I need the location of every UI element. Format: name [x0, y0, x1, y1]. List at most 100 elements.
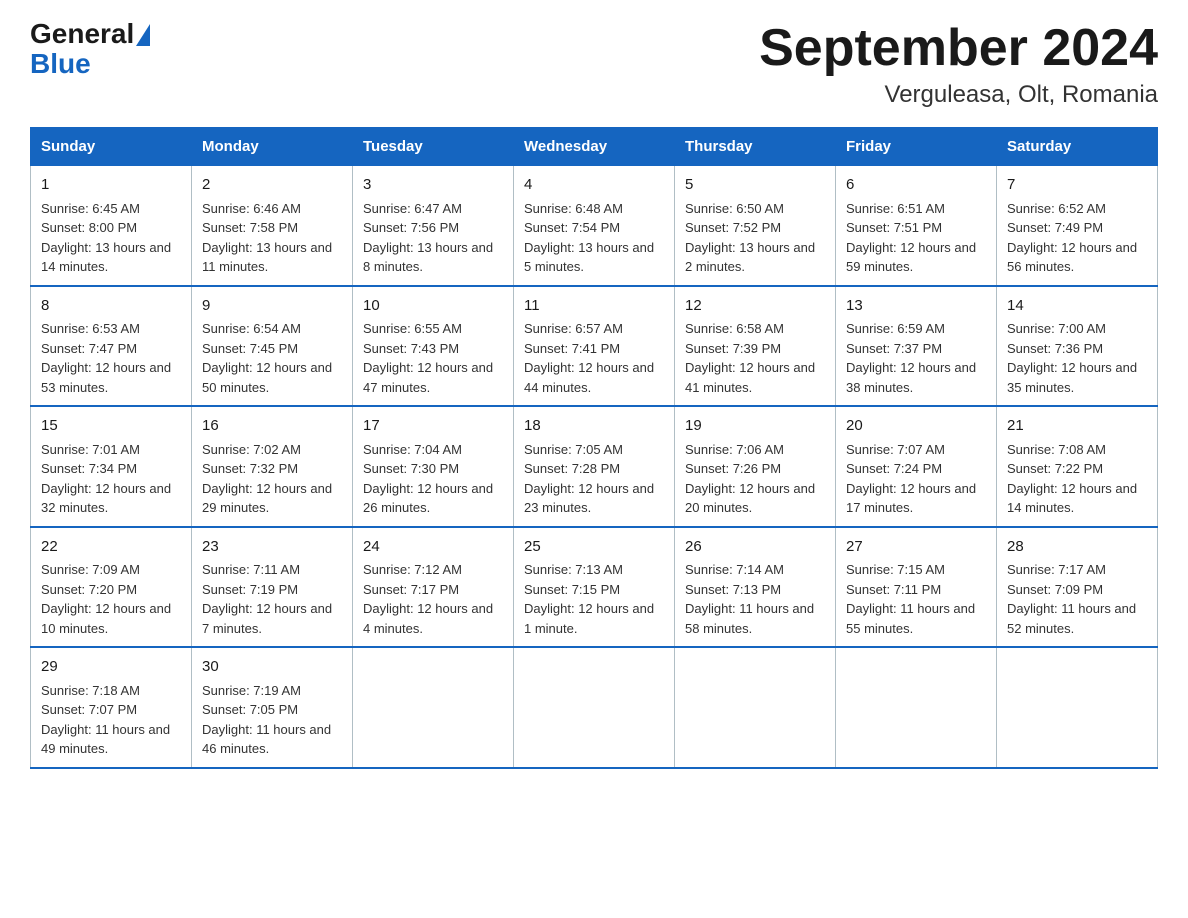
calendar-cell: 18 Sunrise: 7:05 AMSunset: 7:28 PMDaylig… — [514, 406, 675, 527]
page-header: General Blue September 2024 Verguleasa, … — [30, 20, 1158, 109]
day-detail: Sunrise: 7:06 AMSunset: 7:26 PMDaylight:… — [685, 440, 825, 518]
day-detail: Sunrise: 6:53 AMSunset: 7:47 PMDaylight:… — [41, 319, 181, 397]
calendar-cell: 10 Sunrise: 6:55 AMSunset: 7:43 PMDaylig… — [353, 286, 514, 407]
day-number: 2 — [202, 174, 342, 197]
day-number: 22 — [41, 536, 181, 559]
day-detail: Sunrise: 7:09 AMSunset: 7:20 PMDaylight:… — [41, 560, 181, 638]
header-saturday: Saturday — [997, 128, 1158, 166]
day-number: 6 — [846, 174, 986, 197]
header-tuesday: Tuesday — [353, 128, 514, 166]
title-block: September 2024 Verguleasa, Olt, Romania — [759, 20, 1158, 109]
calendar-cell — [836, 647, 997, 768]
calendar-cell: 20 Sunrise: 7:07 AMSunset: 7:24 PMDaylig… — [836, 406, 997, 527]
calendar-cell: 14 Sunrise: 7:00 AMSunset: 7:36 PMDaylig… — [997, 286, 1158, 407]
day-detail: Sunrise: 7:00 AMSunset: 7:36 PMDaylight:… — [1007, 319, 1147, 397]
logo-triangle-icon — [136, 24, 150, 46]
day-number: 8 — [41, 295, 181, 318]
day-detail: Sunrise: 6:51 AMSunset: 7:51 PMDaylight:… — [846, 199, 986, 277]
day-detail: Sunrise: 7:01 AMSunset: 7:34 PMDaylight:… — [41, 440, 181, 518]
calendar-table: SundayMondayTuesdayWednesdayThursdayFrid… — [30, 127, 1158, 769]
calendar-cell: 4 Sunrise: 6:48 AMSunset: 7:54 PMDayligh… — [514, 166, 675, 286]
day-number: 5 — [685, 174, 825, 197]
day-detail: Sunrise: 7:12 AMSunset: 7:17 PMDaylight:… — [363, 560, 503, 638]
day-number: 13 — [846, 295, 986, 318]
day-number: 4 — [524, 174, 664, 197]
calendar-cell: 6 Sunrise: 6:51 AMSunset: 7:51 PMDayligh… — [836, 166, 997, 286]
calendar-cell: 25 Sunrise: 7:13 AMSunset: 7:15 PMDaylig… — [514, 527, 675, 648]
calendar-title: September 2024 — [759, 20, 1158, 77]
day-number: 15 — [41, 415, 181, 438]
calendar-cell: 5 Sunrise: 6:50 AMSunset: 7:52 PMDayligh… — [675, 166, 836, 286]
calendar-cell: 30 Sunrise: 7:19 AMSunset: 7:05 PMDaylig… — [192, 647, 353, 768]
day-number: 28 — [1007, 536, 1147, 559]
day-detail: Sunrise: 6:47 AMSunset: 7:56 PMDaylight:… — [363, 199, 503, 277]
day-detail: Sunrise: 7:13 AMSunset: 7:15 PMDaylight:… — [524, 560, 664, 638]
day-detail: Sunrise: 7:11 AMSunset: 7:19 PMDaylight:… — [202, 560, 342, 638]
calendar-cell: 24 Sunrise: 7:12 AMSunset: 7:17 PMDaylig… — [353, 527, 514, 648]
day-detail: Sunrise: 6:57 AMSunset: 7:41 PMDaylight:… — [524, 319, 664, 397]
day-detail: Sunrise: 7:19 AMSunset: 7:05 PMDaylight:… — [202, 681, 342, 759]
day-number: 12 — [685, 295, 825, 318]
day-detail: Sunrise: 6:48 AMSunset: 7:54 PMDaylight:… — [524, 199, 664, 277]
header-monday: Monday — [192, 128, 353, 166]
calendar-cell: 11 Sunrise: 6:57 AMSunset: 7:41 PMDaylig… — [514, 286, 675, 407]
calendar-cell — [997, 647, 1158, 768]
day-detail: Sunrise: 6:59 AMSunset: 7:37 PMDaylight:… — [846, 319, 986, 397]
header-friday: Friday — [836, 128, 997, 166]
calendar-cell: 3 Sunrise: 6:47 AMSunset: 7:56 PMDayligh… — [353, 166, 514, 286]
calendar-week-row: 22 Sunrise: 7:09 AMSunset: 7:20 PMDaylig… — [31, 527, 1158, 648]
calendar-cell: 9 Sunrise: 6:54 AMSunset: 7:45 PMDayligh… — [192, 286, 353, 407]
day-detail: Sunrise: 7:04 AMSunset: 7:30 PMDaylight:… — [363, 440, 503, 518]
day-number: 24 — [363, 536, 503, 559]
day-number: 16 — [202, 415, 342, 438]
calendar-cell: 15 Sunrise: 7:01 AMSunset: 7:34 PMDaylig… — [31, 406, 192, 527]
calendar-cell: 21 Sunrise: 7:08 AMSunset: 7:22 PMDaylig… — [997, 406, 1158, 527]
day-number: 30 — [202, 656, 342, 679]
day-number: 26 — [685, 536, 825, 559]
calendar-cell: 19 Sunrise: 7:06 AMSunset: 7:26 PMDaylig… — [675, 406, 836, 527]
calendar-cell: 12 Sunrise: 6:58 AMSunset: 7:39 PMDaylig… — [675, 286, 836, 407]
day-detail: Sunrise: 7:15 AMSunset: 7:11 PMDaylight:… — [846, 560, 986, 638]
day-detail: Sunrise: 7:18 AMSunset: 7:07 PMDaylight:… — [41, 681, 181, 759]
calendar-cell — [675, 647, 836, 768]
day-detail: Sunrise: 7:14 AMSunset: 7:13 PMDaylight:… — [685, 560, 825, 638]
day-number: 3 — [363, 174, 503, 197]
day-detail: Sunrise: 7:05 AMSunset: 7:28 PMDaylight:… — [524, 440, 664, 518]
day-number: 10 — [363, 295, 503, 318]
day-number: 1 — [41, 174, 181, 197]
day-number: 21 — [1007, 415, 1147, 438]
calendar-cell — [514, 647, 675, 768]
day-number: 27 — [846, 536, 986, 559]
day-number: 23 — [202, 536, 342, 559]
header-wednesday: Wednesday — [514, 128, 675, 166]
day-number: 18 — [524, 415, 664, 438]
calendar-cell: 17 Sunrise: 7:04 AMSunset: 7:30 PMDaylig… — [353, 406, 514, 527]
header-thursday: Thursday — [675, 128, 836, 166]
day-detail: Sunrise: 7:02 AMSunset: 7:32 PMDaylight:… — [202, 440, 342, 518]
calendar-cell: 22 Sunrise: 7:09 AMSunset: 7:20 PMDaylig… — [31, 527, 192, 648]
day-number: 9 — [202, 295, 342, 318]
day-number: 14 — [1007, 295, 1147, 318]
calendar-cell: 28 Sunrise: 7:17 AMSunset: 7:09 PMDaylig… — [997, 527, 1158, 648]
header-sunday: Sunday — [31, 128, 192, 166]
day-detail: Sunrise: 7:07 AMSunset: 7:24 PMDaylight:… — [846, 440, 986, 518]
day-number: 25 — [524, 536, 664, 559]
day-detail: Sunrise: 6:46 AMSunset: 7:58 PMDaylight:… — [202, 199, 342, 277]
calendar-cell: 2 Sunrise: 6:46 AMSunset: 7:58 PMDayligh… — [192, 166, 353, 286]
day-detail: Sunrise: 6:50 AMSunset: 7:52 PMDaylight:… — [685, 199, 825, 277]
calendar-cell: 29 Sunrise: 7:18 AMSunset: 7:07 PMDaylig… — [31, 647, 192, 768]
calendar-cell — [353, 647, 514, 768]
logo-general-text: General — [30, 20, 134, 48]
calendar-cell: 8 Sunrise: 6:53 AMSunset: 7:47 PMDayligh… — [31, 286, 192, 407]
calendar-cell: 27 Sunrise: 7:15 AMSunset: 7:11 PMDaylig… — [836, 527, 997, 648]
day-number: 29 — [41, 656, 181, 679]
day-detail: Sunrise: 6:45 AMSunset: 8:00 PMDaylight:… — [41, 199, 181, 277]
calendar-week-row: 8 Sunrise: 6:53 AMSunset: 7:47 PMDayligh… — [31, 286, 1158, 407]
day-detail: Sunrise: 6:55 AMSunset: 7:43 PMDaylight:… — [363, 319, 503, 397]
calendar-week-row: 15 Sunrise: 7:01 AMSunset: 7:34 PMDaylig… — [31, 406, 1158, 527]
day-detail: Sunrise: 6:58 AMSunset: 7:39 PMDaylight:… — [685, 319, 825, 397]
calendar-week-row: 1 Sunrise: 6:45 AMSunset: 8:00 PMDayligh… — [31, 166, 1158, 286]
calendar-cell: 23 Sunrise: 7:11 AMSunset: 7:19 PMDaylig… — [192, 527, 353, 648]
day-detail: Sunrise: 6:54 AMSunset: 7:45 PMDaylight:… — [202, 319, 342, 397]
calendar-cell: 16 Sunrise: 7:02 AMSunset: 7:32 PMDaylig… — [192, 406, 353, 527]
